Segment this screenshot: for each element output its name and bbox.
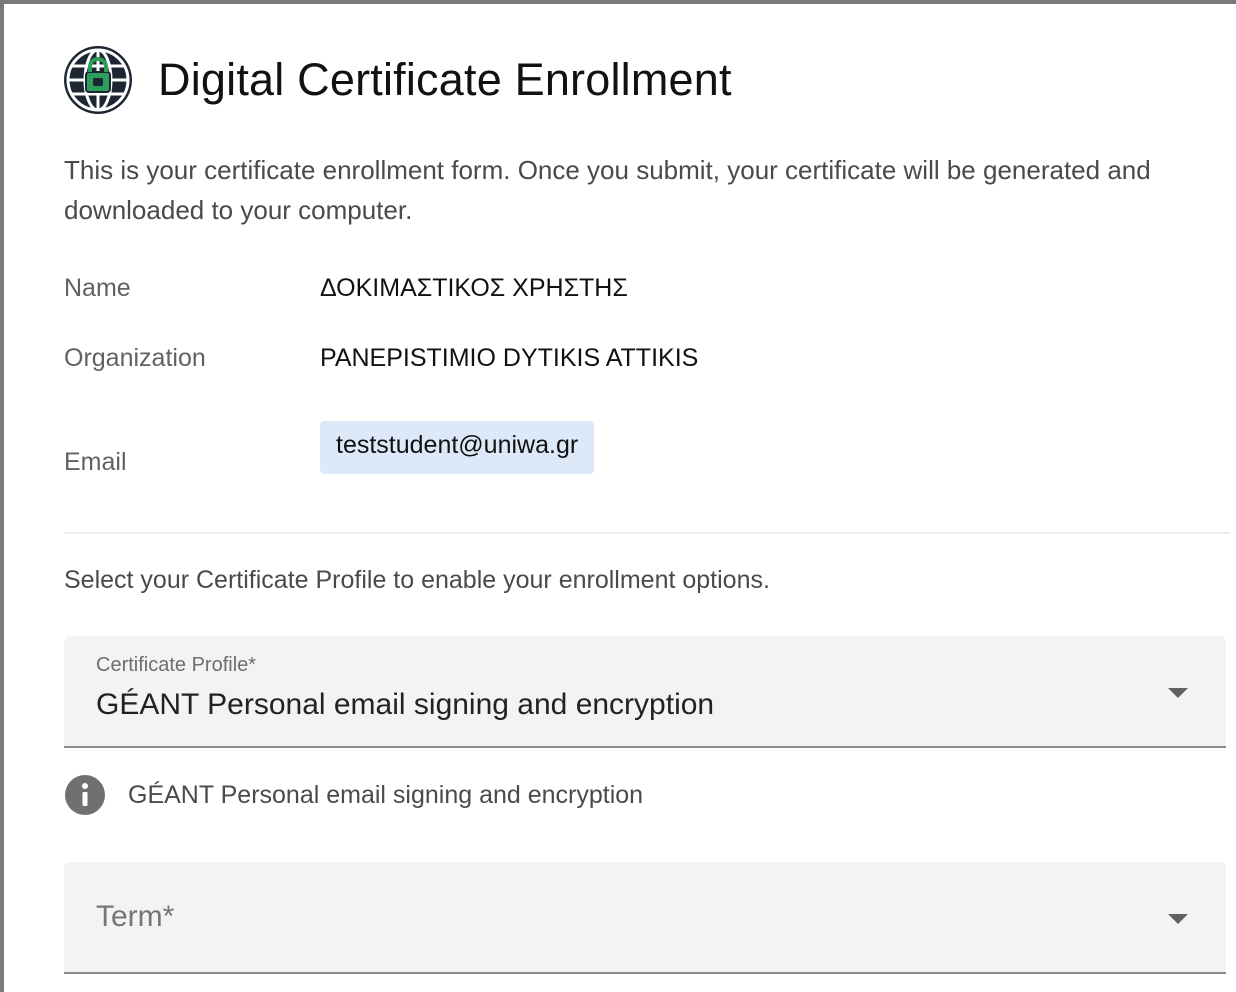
info-icon xyxy=(65,775,105,815)
globe-lock-icon xyxy=(64,46,132,114)
organization-row: Organization PANEPISTIMIO DYTIKIS ATTIKI… xyxy=(64,344,698,373)
name-row: Name ΔΟΚΙΜΑΣΤΙΚΟΣ ΧΡΗΣΤΗΣ xyxy=(64,274,628,303)
name-label: Name xyxy=(64,274,131,302)
email-value: teststudent@uniwa.gr xyxy=(320,421,595,474)
email-row: Email teststudent@uniwa.gr xyxy=(64,418,595,477)
certificate-profile-value: GÉANT Personal email signing and encrypt… xyxy=(96,688,715,721)
name-value: ΔΟΚΙΜΑΣΤΙΚΟΣ ΧΡΗΣΤΗΣ xyxy=(320,274,628,302)
chevron-down-icon[interactable] xyxy=(1168,914,1188,924)
organization-value: PANEPISTIMIO DYTIKIS ATTIKIS xyxy=(320,344,699,372)
certificate-profile-select[interactable]: Certificate Profile* GÉANT Personal emai… xyxy=(64,636,1226,748)
profile-info-line: GÉANT Personal email signing and encrypt… xyxy=(64,774,643,816)
profile-info-text: GÉANT Personal email signing and encrypt… xyxy=(128,780,644,809)
page-title: Digital Certificate Enrollment xyxy=(158,54,732,105)
term-placeholder: Term* xyxy=(96,900,175,933)
term-select[interactable]: Term* xyxy=(64,862,1226,974)
profile-hint: Select your Certificate Profile to enabl… xyxy=(64,566,770,594)
enrollment-panel: Digital Certificate Enrollment This is y… xyxy=(0,0,1236,992)
section-divider xyxy=(64,532,1230,534)
page-header: Digital Certificate Enrollment xyxy=(60,40,732,120)
organization-label: Organization xyxy=(64,344,206,372)
chevron-down-icon[interactable] xyxy=(1168,688,1188,698)
intro-text: This is your certificate enrollment form… xyxy=(64,155,1151,225)
certificate-profile-label: Certificate Profile* xyxy=(96,654,257,676)
email-label: Email xyxy=(64,448,127,476)
